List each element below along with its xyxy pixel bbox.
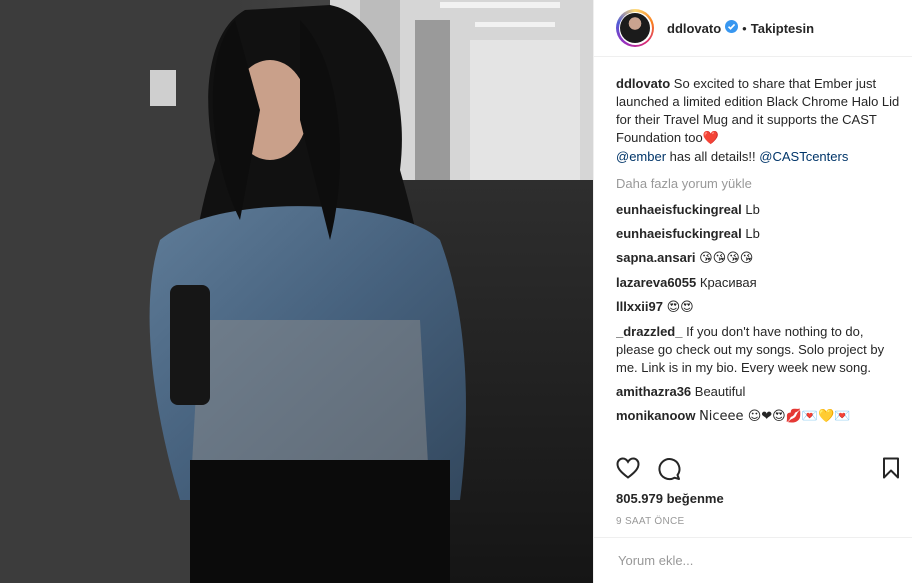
avatar-image — [620, 13, 650, 43]
verified-badge-icon — [725, 20, 739, 36]
comment-username[interactable]: sapna.ansari — [616, 250, 696, 265]
comment-username[interactable]: lazareva6055 — [616, 275, 696, 290]
comment-text: 😍😍 — [666, 300, 694, 315]
comment-username[interactable]: lllxxii97 — [616, 299, 663, 314]
photo-illustration — [0, 0, 593, 583]
comments-list: ddlovato So excited to share that Ember … — [616, 75, 902, 447]
bookmark-icon[interactable] — [882, 457, 900, 482]
instagram-post: ddlovato • Takiptesin ddlovato So excite… — [0, 0, 912, 583]
comment-username[interactable]: eunhaeisfuckingreal — [616, 202, 742, 217]
comment-username[interactable]: amithazra36 — [616, 384, 691, 399]
caption-emoji: ❤️ — [702, 131, 719, 146]
post-timestamp[interactable]: 9 SAAT ÖNCE — [616, 516, 685, 527]
comment-text: 😘😘😘😘 — [699, 251, 754, 266]
comment-item: lllxxii97 😍😍 — [616, 298, 902, 317]
comment-item: monikanoow Niceee ☺❤😍💋💌💛💌 — [616, 407, 902, 426]
likes-count[interactable]: 805.979 beğenme — [616, 491, 724, 506]
comment-text: Beautiful — [694, 384, 746, 399]
comment-username[interactable]: monikanoow — [616, 408, 695, 423]
caption-mention-castcenters[interactable]: @CASTcenters — [759, 149, 848, 164]
header-separator: • — [742, 20, 747, 36]
load-more-comments-button[interactable]: Daha fazla yorum yükle — [616, 176, 902, 191]
comment-item: eunhaeisfuckingreal Lb — [616, 225, 902, 243]
comment-text: Красивая — [699, 275, 757, 290]
heart-icon[interactable] — [616, 457, 640, 482]
avatar-frame — [618, 11, 652, 45]
action-bar — [594, 455, 912, 483]
comment-item: lazareva6055 Красивая — [616, 274, 902, 292]
header-username[interactable]: ddlovato — [667, 21, 721, 36]
post-caption: ddlovato So excited to share that Ember … — [616, 75, 902, 166]
post-sidebar: ddlovato • Takiptesin ddlovato So excite… — [593, 0, 912, 583]
comment-item: sapna.ansari 😘😘😘😘 — [616, 249, 902, 268]
comment-item: eunhaeisfuckingreal Lb — [616, 201, 902, 219]
caption-mid-text: has all details!! — [666, 149, 760, 164]
following-button[interactable]: Takiptesin — [751, 21, 814, 36]
comment-item: amithazra36 Beautiful — [616, 383, 902, 401]
caption-mention-ember[interactable]: @ember — [616, 149, 666, 164]
avatar[interactable] — [616, 9, 654, 47]
comment-text: Lb — [745, 226, 760, 241]
post-header: ddlovato • Takiptesin — [594, 0, 912, 57]
comment-username[interactable]: eunhaeisfuckingreal — [616, 226, 742, 241]
comment-icon[interactable] — [657, 457, 681, 484]
post-photo[interactable] — [0, 0, 593, 583]
comment-username[interactable]: _drazzled_ — [616, 324, 682, 339]
add-comment-input[interactable] — [616, 552, 890, 569]
comment-text: Lb — [745, 202, 760, 217]
comment-item: _drazzled_ If you don't have nothing to … — [616, 323, 902, 377]
comment-text: Niceee ☺❤😍💋💌💛💌 — [699, 409, 851, 424]
add-comment-bar — [594, 537, 912, 583]
caption-username[interactable]: ddlovato — [616, 76, 670, 91]
